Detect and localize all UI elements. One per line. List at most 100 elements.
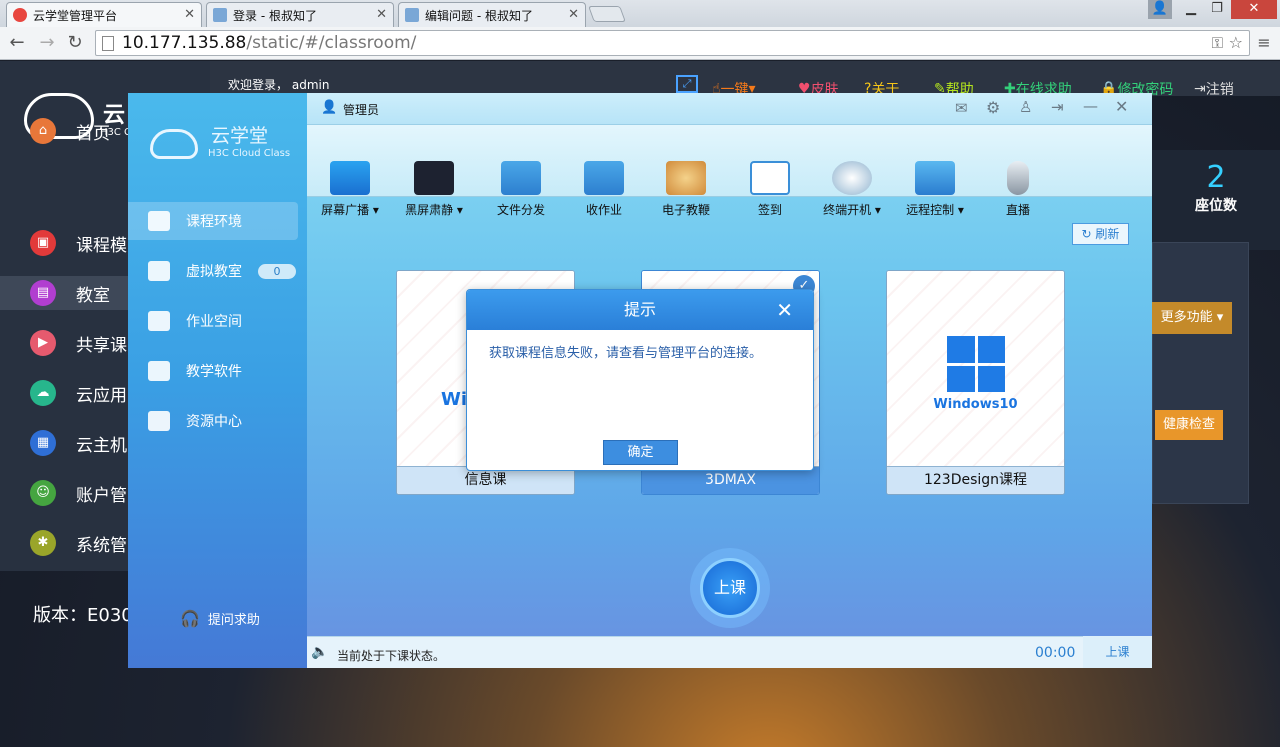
admin-label: 管理员 [343, 103, 380, 117]
url-host: 10.177.135.88 [122, 33, 247, 53]
dialog-title: 提示 [623, 300, 656, 319]
e-pointer-tool[interactable]: 电子教鞭 [651, 161, 721, 218]
sidebar-item-label: 云主机 [76, 435, 127, 456]
app-left-panel: 云学堂 H3C Cloud Class 课程环境 虚拟教室 0 作业空间 教学软件… [128, 93, 307, 668]
minimize-icon[interactable]: ▁ [1178, 0, 1204, 19]
username: admin [291, 78, 330, 92]
alert-dialog: 提示 ✕ 获取课程信息失败，请查看与管理平台的连接。 确定 [466, 289, 814, 471]
terminal-power-tool[interactable]: 终端开机 ▾ [817, 161, 887, 218]
live-tool[interactable]: 直播 [983, 161, 1053, 218]
app-header: 👤 管理员 ✉ ⚙ ♙ ⇥ — ✕ [307, 93, 1152, 125]
file-distribute-tool[interactable]: 文件分发 [486, 161, 556, 218]
fullscreen-icon[interactable]: ⤢ [676, 75, 698, 93]
course-name: 123Design课程 [887, 466, 1064, 494]
browser-tab-active[interactable]: 云学堂管理平台 ✕ [6, 2, 202, 27]
account-icon: ☺ [30, 480, 56, 506]
cloud-logo-icon [150, 129, 198, 159]
sidebar-item-label: 云应用 [76, 385, 127, 406]
cloud-favicon-icon [13, 8, 27, 22]
menu-icon[interactable]: ≡ [1255, 32, 1273, 54]
health-check-button[interactable]: 健康检查 [1155, 410, 1223, 440]
start-class-button[interactable]: 上课 [700, 558, 760, 618]
app-toolbar: 屏幕广播 ▾ 黑屏肃静 ▾ 文件分发 收作业 电子教鞭 签到 终端开机 ▾ 远程… [307, 125, 1152, 217]
host-icon: ▦ [30, 430, 56, 456]
dialog-header: 提示 ✕ [467, 290, 813, 330]
sidebar-item-label: 首页 [76, 123, 110, 144]
virtual-class-icon [148, 261, 170, 281]
power-icon [832, 161, 872, 195]
refresh-button[interactable]: ↻ 刷新 [1072, 223, 1129, 245]
minimize-icon[interactable]: — [1083, 97, 1098, 115]
status-text: 当前处于下课状态。 [337, 649, 446, 663]
restore-icon[interactable]: ❐ [1204, 0, 1230, 19]
close-icon[interactable]: ✕ [1115, 97, 1128, 116]
forward-icon[interactable]: → [36, 32, 58, 54]
sidebar-item-label: 共享课 [76, 335, 127, 356]
window-close-icon[interactable]: ✕ [1231, 0, 1277, 19]
close-tab-icon[interactable]: ✕ [184, 7, 195, 22]
ok-button[interactable]: 确定 [603, 440, 678, 465]
course-card[interactable]: Windows10 123Design课程 [886, 270, 1065, 495]
exit-icon[interactable]: ⇥ [1051, 98, 1064, 116]
browser-toolbar: ← → ↻ 10.177.135.88/static/#/classroom/ … [0, 27, 1280, 60]
system-icon: ✱ [30, 530, 56, 556]
reload-icon[interactable]: ↻ [64, 32, 86, 54]
black-screen-icon [414, 161, 454, 195]
sidebar-item-label: 系统管 [76, 535, 127, 556]
ask-help-button[interactable]: 🎧 提问求助 [180, 609, 260, 628]
virtual-classroom-badge: 0 [258, 263, 296, 279]
nav-homework-space[interactable]: 作业空间 [128, 302, 298, 340]
collect-icon [584, 161, 624, 195]
skin-icon[interactable]: ♙ [1019, 98, 1032, 116]
profile-icon[interactable]: 👤 [1148, 0, 1172, 19]
classroom-icon: ▤ [30, 280, 56, 306]
address-bar[interactable]: 10.177.135.88/static/#/classroom/ ⚿ ☆ [95, 30, 1250, 56]
nav-virtual-classroom[interactable]: 虚拟教室 0 [128, 252, 298, 290]
resource-icon [148, 411, 170, 431]
windows-icon [148, 211, 170, 231]
back-icon[interactable]: ← [6, 32, 28, 54]
status-class-button[interactable]: 上课 [1083, 636, 1152, 668]
remote-control-tool[interactable]: 远程控制 ▾ [900, 161, 970, 218]
more-functions-button[interactable]: 更多功能 ▾ [1152, 302, 1232, 334]
browser-tab[interactable]: 编辑问题 - 根叔知了 ✕ [398, 2, 586, 27]
page-favicon-icon [405, 8, 419, 22]
screen-broadcast-tool[interactable]: 屏幕广播 ▾ [315, 161, 385, 218]
tab-title: 云学堂管理平台 [33, 8, 118, 23]
browser-tab[interactable]: 登录 - 根叔知了 ✕ [206, 2, 394, 27]
file-send-icon [501, 161, 541, 195]
admin-icon: 👤 [321, 100, 338, 115]
right-panel [1152, 242, 1249, 504]
new-tab-button[interactable] [588, 6, 626, 22]
broadcast-icon [330, 161, 370, 195]
nav-course-environment[interactable]: 课程环境 [128, 202, 298, 240]
remote-icon [915, 161, 955, 195]
course-os-text: Wi [441, 389, 468, 410]
key-icon[interactable]: ⚿ [1212, 31, 1223, 55]
close-tab-icon[interactable]: ✕ [568, 7, 579, 22]
collect-homework-tool[interactable]: 收作业 [569, 161, 639, 218]
browser-tab-bar: 云学堂管理平台 ✕ 登录 - 根叔知了 ✕ 编辑问题 - 根叔知了 ✕ 👤 ▁ … [0, 0, 1280, 27]
nav-teaching-software[interactable]: 教学软件 [128, 352, 298, 390]
microphone-icon [1007, 161, 1029, 195]
status-bar: 🔈 当前处于下课状态。 00:00 上课 [307, 636, 1152, 668]
course-os-text: Windows10 [933, 397, 1018, 412]
close-tab-icon[interactable]: ✕ [376, 7, 387, 22]
welcome-text: 欢迎登录， admin [228, 78, 330, 92]
star-icon[interactable]: ☆ [1229, 31, 1243, 55]
settings-icon[interactable]: ⚙ [986, 98, 1000, 117]
nav-resource-center[interactable]: 资源中心 [128, 402, 298, 440]
close-icon[interactable]: ✕ [776, 290, 793, 330]
logout-link[interactable]: ⇥ 注销 [1194, 79, 1234, 99]
sidebar-item-label: 教室 [76, 285, 110, 306]
app-brand: 云学堂 [211, 125, 269, 147]
speaker-icon[interactable]: 🔈 [311, 644, 328, 660]
palette-icon [666, 161, 706, 195]
version-label: 版本：E030 [33, 605, 133, 626]
app-brand-sub: H3C Cloud Class [208, 148, 291, 159]
sidebar-item-label: 账户管 [76, 485, 127, 506]
sign-in-tool[interactable]: 签到 [735, 161, 805, 218]
home-icon: ⌂ [30, 118, 56, 144]
black-screen-tool[interactable]: 黑屏肃静 ▾ [399, 161, 469, 218]
mail-icon[interactable]: ✉ [955, 99, 968, 117]
